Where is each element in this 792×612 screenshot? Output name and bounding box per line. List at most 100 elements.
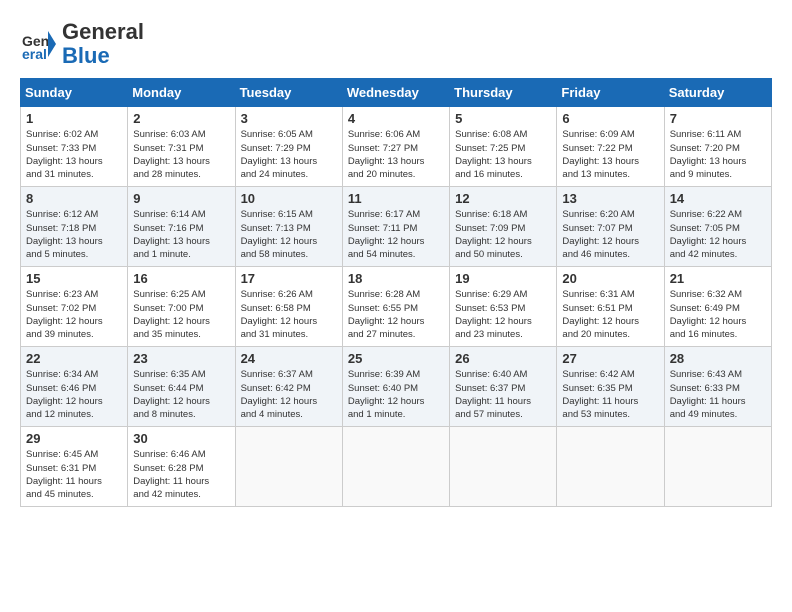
calendar-cell: 14 Sunrise: 6:22 AMSunset: 7:05 PMDayligh… — [664, 187, 771, 267]
calendar-cell: 24 Sunrise: 6:37 AMSunset: 6:42 PMDayligh… — [235, 347, 342, 427]
calendar-cell: 2 Sunrise: 6:03 AMSunset: 7:31 PMDaylight… — [128, 107, 235, 187]
day-info: Sunrise: 6:18 AMSunset: 7:09 PMDaylight:… — [455, 208, 551, 261]
day-info: Sunrise: 6:12 AMSunset: 7:18 PMDaylight:… — [26, 208, 122, 261]
day-info: Sunrise: 6:37 AMSunset: 6:42 PMDaylight:… — [241, 368, 337, 421]
day-number: 19 — [455, 271, 551, 286]
day-info: Sunrise: 6:14 AMSunset: 7:16 PMDaylight:… — [133, 208, 229, 261]
day-number: 18 — [348, 271, 444, 286]
day-info: Sunrise: 6:39 AMSunset: 6:40 PMDaylight:… — [348, 368, 444, 421]
day-number: 30 — [133, 431, 229, 446]
day-number: 10 — [241, 191, 337, 206]
calendar-cell: 20 Sunrise: 6:31 AMSunset: 6:51 PMDayligh… — [557, 267, 664, 347]
calendar-cell: 16 Sunrise: 6:25 AMSunset: 7:00 PMDayligh… — [128, 267, 235, 347]
day-info: Sunrise: 6:05 AMSunset: 7:29 PMDaylight:… — [241, 128, 337, 181]
day-number: 11 — [348, 191, 444, 206]
day-info: Sunrise: 6:42 AMSunset: 6:35 PMDaylight:… — [562, 368, 658, 421]
calendar-cell: 29 Sunrise: 6:45 AMSunset: 6:31 PMDayligh… — [21, 427, 128, 507]
calendar-cell: 28Sunrise: 6:43 AMSunset: 6:33 PMDayligh… — [664, 347, 771, 427]
calendar-cell: 21 Sunrise: 6:32 AMSunset: 6:49 PMDayligh… — [664, 267, 771, 347]
calendar-cell — [235, 427, 342, 507]
day-info: Sunrise: 6:17 AMSunset: 7:11 PMDaylight:… — [348, 208, 444, 261]
day-info: Sunrise: 6:15 AMSunset: 7:13 PMDaylight:… — [241, 208, 337, 261]
calendar-cell — [450, 427, 557, 507]
logo-icon: Gen eral — [20, 26, 56, 62]
calendar-cell: 30 Sunrise: 6:46 AMSunset: 6:28 PMDayligh… — [128, 427, 235, 507]
day-info: Sunrise: 6:31 AMSunset: 6:51 PMDaylight:… — [562, 288, 658, 341]
calendar-cell: 7Sunrise: 6:11 AMSunset: 7:20 PMDaylight… — [664, 107, 771, 187]
svg-text:eral: eral — [22, 46, 47, 62]
day-number: 5 — [455, 111, 551, 126]
calendar-cell: 10 Sunrise: 6:15 AMSunset: 7:13 PMDayligh… — [235, 187, 342, 267]
day-number: 6 — [562, 111, 658, 126]
day-info: Sunrise: 6:28 AMSunset: 6:55 PMDaylight:… — [348, 288, 444, 341]
calendar-week-row: 22 Sunrise: 6:34 AMSunset: 6:46 PMDayligh… — [21, 347, 772, 427]
calendar-cell: 15Sunrise: 6:23 AMSunset: 7:02 PMDayligh… — [21, 267, 128, 347]
day-number: 20 — [562, 271, 658, 286]
day-number: 9 — [133, 191, 229, 206]
day-number: 25 — [348, 351, 444, 366]
calendar-cell: 3 Sunrise: 6:05 AMSunset: 7:29 PMDaylight… — [235, 107, 342, 187]
day-info: Sunrise: 6:22 AMSunset: 7:05 PMDaylight:… — [670, 208, 766, 261]
day-info: Sunrise: 6:45 AMSunset: 6:31 PMDaylight:… — [26, 448, 122, 501]
day-info: Sunrise: 6:34 AMSunset: 6:46 PMDaylight:… — [26, 368, 122, 421]
calendar-cell: 26Sunrise: 6:40 AMSunset: 6:37 PMDayligh… — [450, 347, 557, 427]
header-friday: Friday — [557, 79, 664, 107]
calendar-week-row: 1Sunrise: 6:02 AMSunset: 7:33 PMDaylight… — [21, 107, 772, 187]
day-number: 14 — [670, 191, 766, 206]
day-number: 29 — [26, 431, 122, 446]
day-number: 16 — [133, 271, 229, 286]
day-number: 28 — [670, 351, 766, 366]
day-number: 17 — [241, 271, 337, 286]
calendar-cell: 1Sunrise: 6:02 AMSunset: 7:33 PMDaylight… — [21, 107, 128, 187]
day-info: Sunrise: 6:23 AMSunset: 7:02 PMDaylight:… — [26, 288, 122, 341]
day-info: Sunrise: 6:35 AMSunset: 6:44 PMDaylight:… — [133, 368, 229, 421]
calendar-cell: 25 Sunrise: 6:39 AMSunset: 6:40 PMDayligh… — [342, 347, 449, 427]
calendar-cell: 27 Sunrise: 6:42 AMSunset: 6:35 PMDayligh… — [557, 347, 664, 427]
header-monday: Monday — [128, 79, 235, 107]
day-number: 2 — [133, 111, 229, 126]
page-header: Gen eral GeneralBlue — [20, 20, 772, 68]
calendar-cell: 4 Sunrise: 6:06 AMSunset: 7:27 PMDaylight… — [342, 107, 449, 187]
calendar-cell: 6 Sunrise: 6:09 AMSunset: 7:22 PMDaylight… — [557, 107, 664, 187]
day-info: Sunrise: 6:02 AMSunset: 7:33 PMDaylight:… — [26, 128, 122, 181]
calendar-week-row: 15Sunrise: 6:23 AMSunset: 7:02 PMDayligh… — [21, 267, 772, 347]
day-number: 21 — [670, 271, 766, 286]
logo: Gen eral GeneralBlue — [20, 20, 144, 68]
calendar-week-row: 8 Sunrise: 6:12 AMSunset: 7:18 PMDaylight… — [21, 187, 772, 267]
day-number: 22 — [26, 351, 122, 366]
calendar-cell: 11 Sunrise: 6:17 AMSunset: 7:11 PMDayligh… — [342, 187, 449, 267]
calendar-header-row: SundayMondayTuesdayWednesdayThursdayFrid… — [21, 79, 772, 107]
calendar-cell: 19Sunrise: 6:29 AMSunset: 6:53 PMDayligh… — [450, 267, 557, 347]
header-saturday: Saturday — [664, 79, 771, 107]
day-info: Sunrise: 6:08 AMSunset: 7:25 PMDaylight:… — [455, 128, 551, 181]
calendar-cell: 23 Sunrise: 6:35 AMSunset: 6:44 PMDayligh… — [128, 347, 235, 427]
calendar-cell: 9 Sunrise: 6:14 AMSunset: 7:16 PMDaylight… — [128, 187, 235, 267]
header-thursday: Thursday — [450, 79, 557, 107]
day-info: Sunrise: 6:40 AMSunset: 6:37 PMDaylight:… — [455, 368, 551, 421]
day-number: 4 — [348, 111, 444, 126]
day-info: Sunrise: 6:20 AMSunset: 7:07 PMDaylight:… — [562, 208, 658, 261]
day-info: Sunrise: 6:25 AMSunset: 7:00 PMDaylight:… — [133, 288, 229, 341]
calendar-week-row: 29 Sunrise: 6:45 AMSunset: 6:31 PMDayligh… — [21, 427, 772, 507]
day-number: 3 — [241, 111, 337, 126]
calendar-cell: 18 Sunrise: 6:28 AMSunset: 6:55 PMDayligh… — [342, 267, 449, 347]
header-wednesday: Wednesday — [342, 79, 449, 107]
calendar-cell — [342, 427, 449, 507]
day-number: 8 — [26, 191, 122, 206]
day-number: 24 — [241, 351, 337, 366]
day-number: 27 — [562, 351, 658, 366]
header-tuesday: Tuesday — [235, 79, 342, 107]
day-info: Sunrise: 6:32 AMSunset: 6:49 PMDaylight:… — [670, 288, 766, 341]
day-info: Sunrise: 6:09 AMSunset: 7:22 PMDaylight:… — [562, 128, 658, 181]
calendar-cell: 12 Sunrise: 6:18 AMSunset: 7:09 PMDayligh… — [450, 187, 557, 267]
day-number: 13 — [562, 191, 658, 206]
day-number: 12 — [455, 191, 551, 206]
day-number: 23 — [133, 351, 229, 366]
day-info: Sunrise: 6:06 AMSunset: 7:27 PMDaylight:… — [348, 128, 444, 181]
logo-text: GeneralBlue — [62, 20, 144, 68]
day-info: Sunrise: 6:46 AMSunset: 6:28 PMDaylight:… — [133, 448, 229, 501]
calendar-cell: 8 Sunrise: 6:12 AMSunset: 7:18 PMDaylight… — [21, 187, 128, 267]
day-info: Sunrise: 6:03 AMSunset: 7:31 PMDaylight:… — [133, 128, 229, 181]
calendar-cell — [664, 427, 771, 507]
calendar-cell: 22 Sunrise: 6:34 AMSunset: 6:46 PMDayligh… — [21, 347, 128, 427]
